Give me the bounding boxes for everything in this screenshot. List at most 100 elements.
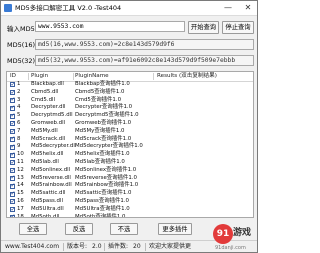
row-plugin-name: Blackbap查询插件1.0 [75, 81, 130, 87]
status-note: 欢迎大家提供更 [149, 243, 192, 250]
row-plugin: Md5decrypter.dll [31, 143, 77, 150]
row-id: 7 [17, 127, 21, 134]
row-checkbox[interactable] [10, 135, 16, 143]
column-header-plugin-name[interactable]: PluginName [75, 72, 109, 81]
status-plugins-label: 插件数: [108, 243, 129, 250]
row-plugin: Decryptmd5.dll [31, 112, 73, 119]
row-id: 5 [17, 112, 21, 119]
md5-input[interactable]: www.9553.com [35, 21, 185, 32]
row-plugin: Md5onlinex.dll [31, 166, 71, 173]
start-query-button[interactable]: 开始查询 [188, 21, 219, 34]
list-rows: 1 Blackbap.dll Blackbap查询插件1.0 2 Cbmd5.dll Cb… [7, 81, 253, 218]
row-plugin: Md5rainbow.dll [31, 182, 72, 189]
status-separator [145, 243, 146, 251]
app-window: MD5多接口解密工具 V2.0 -Test404 — ✕ 输入MD5: www.… [0, 0, 258, 253]
md5-32-output[interactable]: md5(32,www.9553.com)=af91e6092c8e143d579… [35, 55, 254, 66]
table-row[interactable]: 5 Decryptmd5.dllDecryptmd5查询插件1.0 [7, 112, 253, 120]
row-plugin-name: Cbmd5查询插件1.0 [75, 88, 125, 95]
column-separator[interactable] [153, 73, 154, 80]
table-row[interactable]: 2 Cbmd5.dll Cbmd5查询插件1.0 [7, 89, 253, 97]
row-checkbox[interactable] [10, 151, 16, 159]
column-header-plugin[interactable]: Plugin [31, 72, 48, 81]
table-row[interactable]: 9 Md5decrypter.dllMd5decrypter查询插件1.0 [7, 143, 253, 151]
table-row[interactable]: 11 Md5lab.dll Md5lab查询插件1.0 [7, 159, 253, 167]
plugin-list[interactable]: ID Plugin PluginName Results (双击复制结果) 1 B… [6, 71, 254, 218]
row-plugin-name: Md5oth查询插件1.0 [75, 213, 126, 218]
more-plugins-button[interactable]: 更多插件 [158, 223, 192, 235]
row-checkbox[interactable] [10, 104, 16, 112]
row-checkbox[interactable] [10, 96, 16, 104]
row-plugin: Md5helix.dll [31, 151, 64, 158]
row-plugin: Md5oth.dll [31, 213, 60, 218]
row-id: 11 [17, 158, 24, 165]
row-checkbox[interactable] [10, 182, 16, 190]
row-plugin: Md5sattic.dll [31, 190, 66, 197]
row-plugin: Md5Ultra.dll [31, 205, 64, 212]
row-id: 16 [17, 197, 24, 204]
table-row[interactable]: 18 Md5oth.dll Md5oth查询插件1.0 [7, 213, 253, 218]
row-plugin-name: Md5Ultra查询插件1.0 [75, 205, 130, 212]
status-separator [104, 243, 105, 251]
md5-16-output[interactable]: md5(16,www.9553.com)=2c8e143d579d9f6 [35, 39, 254, 50]
table-row[interactable]: 12 Md5onlinex.dll Md5onlinex查询插件1.0 [7, 167, 253, 175]
deselect-all-button[interactable]: 不选 [110, 223, 138, 235]
row-id: 1 [17, 81, 21, 87]
input-md5-label: 输入MD5: [7, 25, 37, 33]
row-checkbox[interactable] [10, 213, 16, 217]
row-plugin-name: Md5pass查询插件1.0 [75, 197, 129, 204]
row-id: 14 [17, 182, 24, 189]
close-button[interactable]: ✕ [239, 1, 257, 14]
row-checkbox[interactable] [10, 143, 16, 151]
row-plugin: Md5crack.dll [31, 135, 66, 142]
row-id: 13 [17, 174, 24, 181]
status-bar: www.Test404.com 版本号: 2.0 插件数: 20 欢迎大家提供更 [1, 240, 257, 252]
table-row[interactable]: 6 Gromweb.dll Gromweb查询插件1.0 [7, 120, 253, 128]
row-checkbox[interactable] [10, 128, 16, 136]
row-checkbox[interactable] [10, 120, 16, 128]
invert-selection-button[interactable]: 反选 [65, 223, 93, 235]
row-id: 6 [17, 119, 21, 126]
column-separator[interactable] [28, 73, 29, 80]
row-checkbox[interactable] [10, 167, 16, 175]
row-plugin: Md5lab.dll [31, 158, 59, 165]
row-id: 18 [17, 213, 24, 218]
row-id: 4 [17, 104, 21, 111]
title-bar[interactable]: MD5多接口解密工具 V2.0 -Test404 — ✕ [1, 1, 257, 16]
row-plugin-name: Md5My查询插件1.0 [75, 127, 125, 134]
column-header-results[interactable]: Results (双击复制结果) [157, 72, 217, 81]
status-plugin-count: 20 [133, 243, 141, 250]
table-row[interactable]: 17 Md5Ultra.dll Md5Ultra查询插件1.0 [7, 206, 253, 214]
row-plugin: Gromweb.dll [31, 119, 66, 126]
row-id: 3 [17, 96, 21, 103]
table-row[interactable]: 10 Md5helix.dll Md5helix查询插件1.0 [7, 151, 253, 159]
select-all-button[interactable]: 全选 [19, 223, 47, 235]
row-checkbox[interactable] [10, 174, 16, 182]
table-row[interactable]: 1 Blackbap.dll Blackbap查询插件1.0 [7, 81, 253, 89]
row-checkbox[interactable] [10, 190, 16, 198]
app-icon [4, 4, 12, 12]
md5-16-label: MD5(16): [7, 41, 38, 49]
row-plugin: Md5My.dll [31, 127, 58, 134]
md5-32-label: MD5(32): [7, 57, 38, 65]
status-site: www.Test404.com [5, 243, 60, 250]
row-checkbox[interactable] [10, 112, 16, 120]
table-row[interactable]: 7 Md5My.dll Md5My查询插件1.0 [7, 128, 253, 136]
table-row[interactable]: 14 Md5rainbow.dllMd5rainbow查询插件1.0 [7, 182, 253, 190]
table-row[interactable]: 16 Md5pass.dll Md5pass查询插件1.0 [7, 198, 253, 206]
row-id: 2 [17, 88, 21, 95]
table-row[interactable]: 15 Md5sattic.dll Md5sattic查询插件1.0 [7, 190, 253, 198]
column-header-id[interactable]: ID [10, 72, 16, 81]
column-separator[interactable] [73, 73, 74, 80]
minimize-button[interactable]: — [219, 1, 237, 14]
window-title: MD5多接口解密工具 V2.0 -Test404 [15, 4, 122, 12]
stop-query-button[interactable]: 停止查询 [222, 21, 254, 34]
row-checkbox[interactable] [10, 89, 16, 97]
row-id: 12 [17, 166, 24, 173]
row-checkbox[interactable] [10, 206, 16, 214]
row-plugin: Decrypter.dll [31, 104, 66, 111]
row-checkbox[interactable] [10, 159, 16, 167]
row-checkbox[interactable] [10, 198, 16, 206]
status-separator [63, 243, 64, 251]
row-checkbox[interactable] [10, 81, 16, 89]
row-plugin-name: Md5helix查询插件1.0 [75, 151, 130, 158]
